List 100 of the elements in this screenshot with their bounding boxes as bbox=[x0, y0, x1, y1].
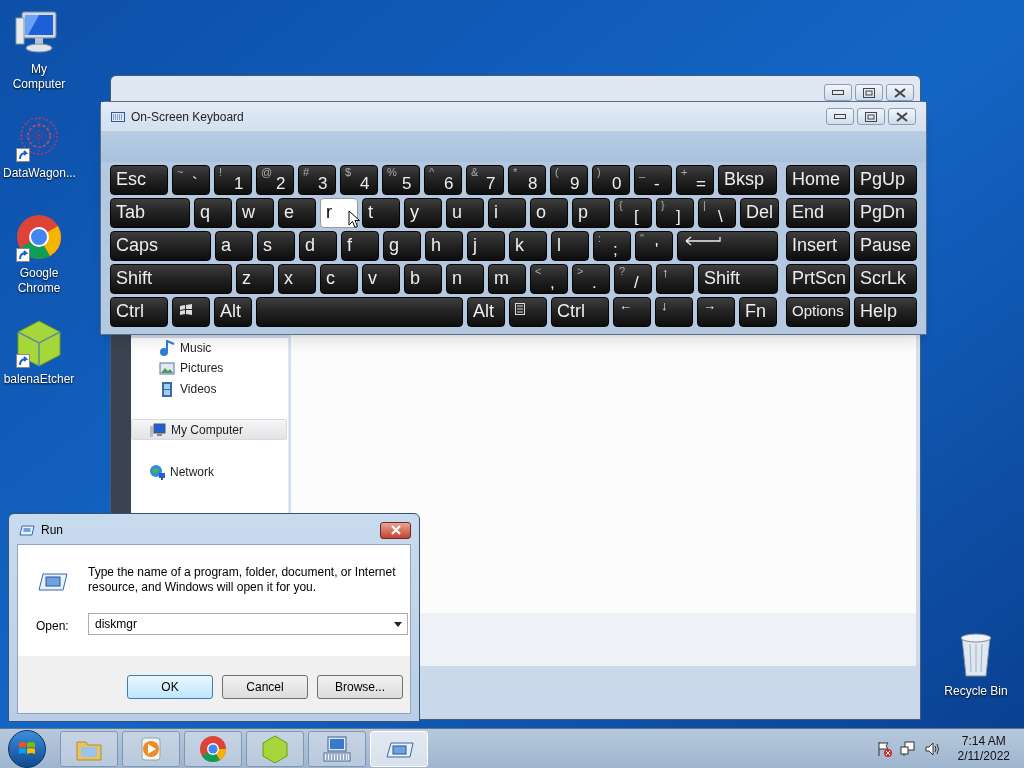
keyboard-key[interactable] bbox=[677, 231, 778, 261]
desktop-icon-label[interactable]: My Computer bbox=[3, 62, 75, 92]
keyboard-key[interactable]: Shift bbox=[110, 264, 232, 294]
keyboard-key[interactable]: Help bbox=[854, 297, 917, 327]
keyboard-key[interactable]: b bbox=[404, 264, 442, 294]
keyboard-key[interactable]: Esc bbox=[110, 165, 168, 195]
keyboard-key[interactable]: u bbox=[446, 198, 484, 228]
keyboard-key[interactable]: d bbox=[299, 231, 337, 261]
keyboard-key[interactable]: ^ 6 bbox=[424, 165, 462, 195]
keyboard-key[interactable]: o bbox=[530, 198, 568, 228]
close-button[interactable] bbox=[380, 521, 411, 539]
keyboard-key[interactable]: g bbox=[383, 231, 421, 261]
keyboard-key[interactable]: ↑ bbox=[656, 264, 694, 294]
keyboard-key[interactable]: $ 4 bbox=[340, 165, 378, 195]
keyboard-key[interactable]: q bbox=[194, 198, 232, 228]
nav-item[interactable]: My Computer bbox=[131, 419, 287, 440]
keyboard-key[interactable]: PrtScn bbox=[786, 264, 850, 294]
keyboard-key[interactable]: t bbox=[362, 198, 400, 228]
minimize-button[interactable] bbox=[824, 84, 852, 101]
keyboard-key[interactable]: Options bbox=[786, 297, 850, 327]
close-button[interactable] bbox=[888, 108, 916, 125]
desktop-icon-label[interactable]: Recycle Bin bbox=[944, 682, 1008, 700]
keyboard-key[interactable]: Del bbox=[740, 198, 779, 228]
maximize-button[interactable] bbox=[857, 108, 885, 125]
keyboard-key[interactable]: ( 9 bbox=[550, 165, 588, 195]
keyboard-key[interactable]: Insert bbox=[786, 231, 850, 261]
keyboard-key[interactable]: ! 1 bbox=[214, 165, 252, 195]
keyboard-key[interactable]: j bbox=[467, 231, 505, 261]
keyboard-key[interactable]: " ' bbox=[635, 231, 673, 261]
keyboard-key[interactable]: PgUp bbox=[854, 165, 917, 195]
keyboard-key[interactable]: f bbox=[341, 231, 379, 261]
keyboard-key[interactable]: ) 0 bbox=[592, 165, 630, 195]
dialog-button[interactable]: Browse... bbox=[317, 675, 403, 699]
maximize-button[interactable] bbox=[855, 84, 883, 101]
keyboard-key[interactable]: % 5 bbox=[382, 165, 420, 195]
keyboard-key[interactable]: ScrLk bbox=[854, 264, 917, 294]
keyboard-key[interactable]: a bbox=[215, 231, 253, 261]
keyboard-key[interactable]: c bbox=[320, 264, 358, 294]
dialog-button[interactable]: Cancel bbox=[222, 675, 308, 699]
keyboard-key[interactable]: e bbox=[278, 198, 316, 228]
keyboard-key[interactable]: Shift bbox=[698, 264, 778, 294]
keyboard-key[interactable]: # 3 bbox=[298, 165, 336, 195]
nav-item[interactable]: Music bbox=[159, 337, 279, 358]
keyboard-key[interactable]: Bksp bbox=[718, 165, 777, 195]
keyboard-key[interactable]: Alt bbox=[214, 297, 252, 327]
desktop-icon-label[interactable]: Google Chrome bbox=[3, 266, 75, 296]
keyboard-key[interactable]: k bbox=[509, 231, 547, 261]
keyboard-key[interactable]: : ; bbox=[593, 231, 631, 261]
keyboard-key[interactable]: PgDn bbox=[854, 198, 917, 228]
keyboard-key[interactable]: Tab bbox=[110, 198, 190, 228]
keyboard-key[interactable]: < , bbox=[530, 264, 568, 294]
dialog-button[interactable]: OK bbox=[127, 675, 213, 699]
taskbar-button[interactable] bbox=[184, 730, 242, 767]
keyboard-key[interactable]: & 7 bbox=[466, 165, 504, 195]
keyboard-key[interactable]: > . bbox=[572, 264, 610, 294]
keyboard-key[interactable]: ~ ` bbox=[172, 165, 210, 195]
keyboard-key[interactable]: ? / bbox=[614, 264, 652, 294]
keyboard-key[interactable] bbox=[172, 297, 210, 327]
keyboard-key[interactable]: _ - bbox=[634, 165, 672, 195]
nav-item[interactable]: Pictures bbox=[159, 357, 279, 378]
clock-time[interactable]: 7:14 AM bbox=[961, 733, 1006, 749]
keyboard-key[interactable]: → bbox=[697, 297, 735, 327]
keyboard-key[interactable]: h bbox=[425, 231, 463, 261]
keyboard-key[interactable]: * 8 bbox=[508, 165, 546, 195]
desktop-icon-label[interactable]: DataWagon... bbox=[3, 166, 75, 181]
nav-item[interactable]: Network bbox=[149, 461, 279, 482]
keyboard-key[interactable]: p bbox=[572, 198, 610, 228]
keyboard-key[interactable]: { [ bbox=[614, 198, 652, 228]
taskbar-button[interactable] bbox=[122, 730, 180, 767]
desktop-icon-label[interactable]: balenaEtcher bbox=[3, 372, 75, 387]
keyboard-key[interactable]: Alt bbox=[467, 297, 505, 327]
keyboard-key[interactable]: v bbox=[362, 264, 400, 294]
keyboard-key[interactable]: Pause bbox=[854, 231, 917, 261]
keyboard-key[interactable]: y bbox=[404, 198, 442, 228]
minimize-button[interactable] bbox=[826, 108, 854, 125]
keyboard-key[interactable]: Home bbox=[786, 165, 850, 195]
nav-item[interactable]: Videos bbox=[159, 378, 279, 399]
keyboard-key[interactable]: } ] bbox=[656, 198, 694, 228]
keyboard-key[interactable]: ↓ bbox=[655, 297, 693, 327]
keyboard-key[interactable]: i bbox=[488, 198, 526, 228]
keyboard-key[interactable]: @ 2 bbox=[256, 165, 294, 195]
keyboard-key[interactable]: Caps bbox=[110, 231, 211, 261]
keyboard-key[interactable]: m bbox=[488, 264, 526, 294]
taskbar-button[interactable] bbox=[308, 730, 366, 767]
keyboard-key[interactable]: Fn bbox=[739, 297, 777, 327]
keyboard-key[interactable]: + = bbox=[676, 165, 714, 195]
keyboard-key[interactable]: s bbox=[257, 231, 295, 261]
keyboard-key[interactable]: End bbox=[786, 198, 850, 228]
keyboard-key[interactable]: w bbox=[236, 198, 274, 228]
keyboard-key[interactable]: Ctrl bbox=[110, 297, 168, 327]
keyboard-key[interactable]: | \ bbox=[698, 198, 736, 228]
keyboard-key[interactable]: z bbox=[236, 264, 274, 294]
keyboard-key[interactable]: x bbox=[278, 264, 316, 294]
keyboard-key[interactable] bbox=[509, 297, 547, 327]
start-button[interactable] bbox=[8, 729, 46, 768]
keyboard-key[interactable]: ← bbox=[613, 297, 651, 327]
clock-date[interactable]: 2/11/2022 bbox=[957, 748, 1010, 764]
keyboard-key[interactable]: l bbox=[551, 231, 589, 261]
keyboard-key[interactable]: n bbox=[446, 264, 484, 294]
keyboard-key[interactable]: Ctrl bbox=[551, 297, 609, 327]
